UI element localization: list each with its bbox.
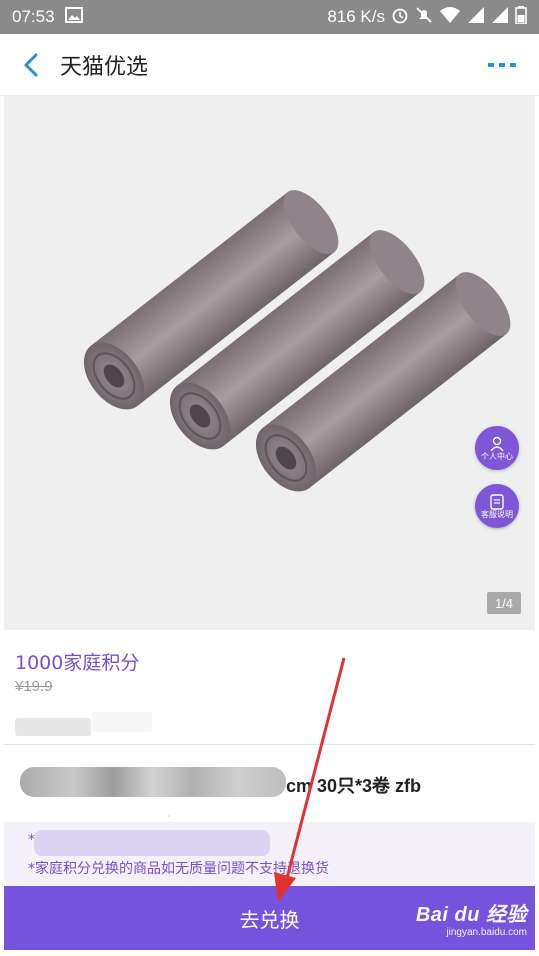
service-info-label: 客服说明: [481, 509, 513, 519]
notice-line-2: *家庭积分兑换的商品如无质量问题不支持退换货: [28, 861, 329, 877]
product-title-suffix: cm 30只*3卷 zfb: [286, 776, 422, 796]
obscured-text: [15, 718, 91, 736]
back-button[interactable]: [14, 48, 48, 82]
personal-center-label: 个人中心: [481, 451, 513, 461]
signal-icon-2: [491, 6, 509, 29]
original-price: ¥19.9: [15, 678, 53, 695]
alarm-icon: [391, 6, 409, 29]
gallery-page-indicator: 1/4: [487, 592, 521, 614]
baidu-watermark: Bai du 经验 jingyan.baidu.com: [416, 898, 527, 938]
more-button[interactable]: [485, 52, 519, 78]
image-icon: [64, 6, 83, 28]
service-info-button[interactable]: 客服说明: [475, 484, 519, 528]
exchange-notice: * *家庭积分兑换的商品如无质量问题不支持退换货: [4, 822, 535, 886]
chevron-left-icon: [24, 53, 38, 77]
product-gallery[interactable]: 个人中心 客服说明: [4, 96, 535, 630]
status-time: 07:53: [12, 7, 55, 26]
battery-icon: [515, 5, 527, 29]
nav-bar: 天猫优选: [0, 34, 539, 96]
person-icon: [490, 436, 504, 451]
more-icon: [488, 63, 516, 67]
net-speed: 816 K/s: [327, 7, 385, 26]
spec-tabs-divider: [168, 815, 169, 817]
obscured-title: [20, 767, 286, 797]
obscured-text-2: [92, 712, 152, 732]
watermark-brand: Bai du 经验: [415, 904, 527, 926]
page-title: 天猫优选: [60, 55, 149, 80]
product-title: cm 30只*3卷 zfb: [4, 745, 535, 817]
wifi-icon: [439, 6, 461, 29]
status-bar: 07:53 816 K/s: [0, 0, 539, 34]
signal-icon: [467, 6, 485, 29]
obscured-notice: [34, 830, 270, 856]
mute-icon: [415, 6, 433, 29]
document-icon: [490, 493, 504, 510]
product-info: 1000家庭积分 ¥19.9: [4, 630, 535, 744]
points-price: 1000家庭积分: [15, 652, 140, 674]
trash-bag-rolls-image: [83, 190, 511, 492]
watermark-url: jingyan.baidu.com: [446, 927, 527, 938]
personal-center-button[interactable]: 个人中心: [475, 426, 519, 470]
